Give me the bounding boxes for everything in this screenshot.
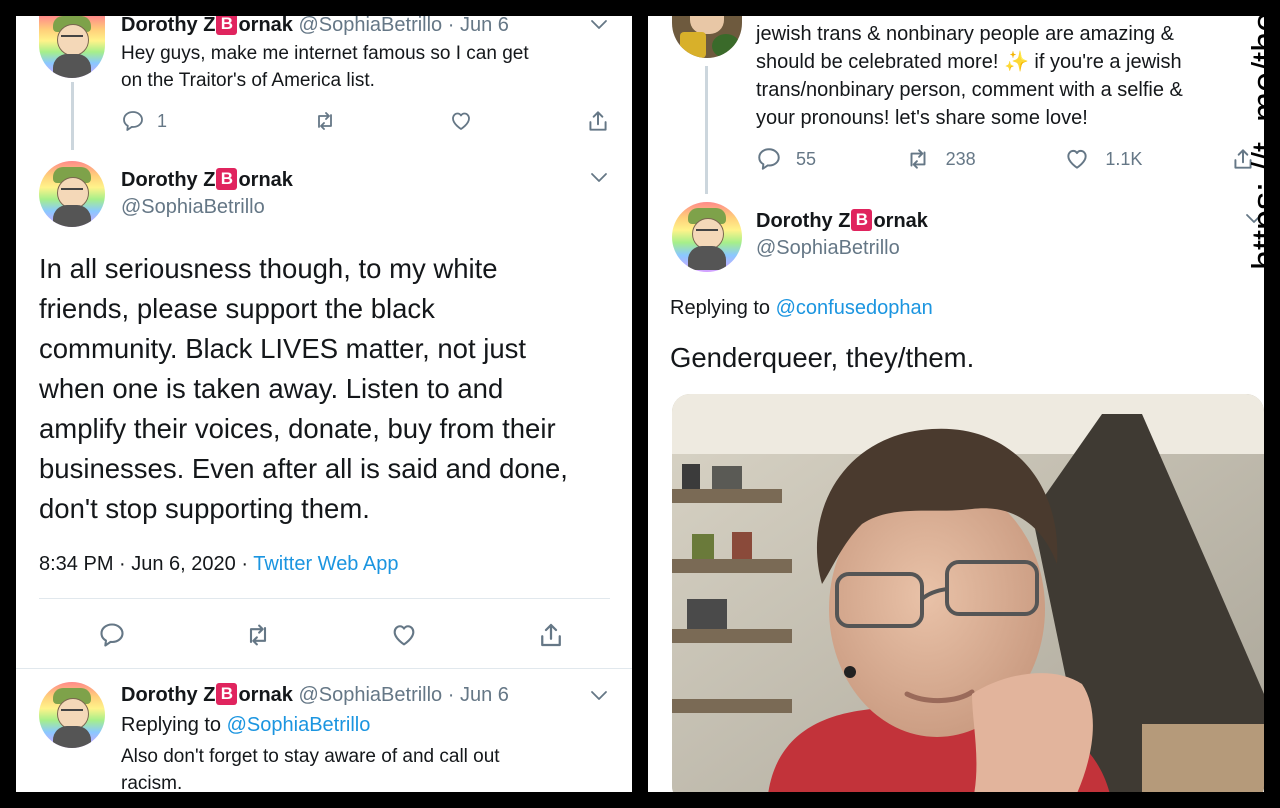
tweet-source-link[interactable]: Twitter Web App xyxy=(253,553,398,575)
replying-to: Replying to @confusedophan xyxy=(670,295,933,322)
user-handle[interactable]: @SophiaBetrillo xyxy=(756,237,900,260)
avatar[interactable] xyxy=(39,16,105,78)
chevron-down-icon[interactable] xyxy=(589,689,609,703)
tweet-text-line: jewish trans & nonbinary people are amaz… xyxy=(756,23,1175,45)
tweet-body: Genderqueer, they/them. xyxy=(670,342,975,373)
like-icon xyxy=(1063,146,1091,172)
name-badge: B xyxy=(216,683,238,705)
retweet-icon xyxy=(904,146,932,172)
replying-prefix: Replying to xyxy=(121,714,222,736)
share-icon xyxy=(585,108,611,134)
tweet-body-line: don't stop supporting them. xyxy=(39,493,370,524)
display-name: Dorothy Z xyxy=(121,169,216,191)
tweet-text-line: your pronouns! let's share some love! xyxy=(756,107,1088,129)
user-handle: @SophiaBetrillo xyxy=(298,684,443,706)
avatar[interactable] xyxy=(39,682,105,748)
tweet-date[interactable]: Jun 6 xyxy=(460,16,509,36)
avatar[interactable] xyxy=(672,16,742,58)
tweet-display-name[interactable]: Dorothy Z Bornak xyxy=(756,209,928,233)
display-name: Dorothy Z xyxy=(121,684,216,706)
tweet-actions xyxy=(98,620,566,650)
tweet-body-line: when one is taken away. Listen to and xyxy=(39,373,504,404)
retweet-count: 238 xyxy=(945,148,976,169)
reply-count: 55 xyxy=(796,148,817,169)
timestamp-text[interactable]: 8:34 PM · Jun 6, 2020 · xyxy=(39,553,248,575)
reply-button[interactable]: 55 xyxy=(756,146,816,172)
like-button[interactable]: 1.1K xyxy=(1063,146,1142,172)
replying-prefix: Replying to xyxy=(670,297,771,319)
left-panel: Dorothy Z Bornak @SophiaBetrillo · Jun 6 … xyxy=(16,16,632,792)
avatar[interactable] xyxy=(672,202,742,272)
right-panel: jewish trans & nonbinary people are amaz… xyxy=(648,16,1264,792)
display-name-rest: ornak xyxy=(238,684,293,706)
divider xyxy=(16,668,632,669)
selfie-image xyxy=(672,394,1264,792)
tweet-actions: 1 xyxy=(121,108,611,134)
retweet-button[interactable]: 238 xyxy=(904,146,976,172)
thread-line xyxy=(71,82,74,150)
attached-photo[interactable] xyxy=(672,394,1264,792)
tweet3-author[interactable]: Dorothy Z Bornak @SophiaBetrillo · Jun 6 xyxy=(121,683,509,707)
name-badge: B xyxy=(851,209,873,231)
reply-button[interactable]: 1 xyxy=(121,109,201,133)
replying-to: Replying to @SophiaBetrillo xyxy=(121,712,370,739)
name-badge: B xyxy=(216,16,238,35)
tweet-body-line: businesses. Even after all is said and d… xyxy=(39,453,568,484)
tweet-text-line: Hey guys, make me internet famous so I c… xyxy=(121,43,529,64)
watermark-text: https: //t. me/theenoticer xyxy=(1244,0,1280,270)
like-icon xyxy=(389,621,419,649)
reply-icon xyxy=(121,109,145,133)
sparkle-icon: ✨ xyxy=(1003,51,1029,73)
retweet-button[interactable] xyxy=(312,109,338,133)
chevron-down-icon[interactable] xyxy=(589,18,609,32)
reply-button[interactable] xyxy=(98,621,126,649)
reply-icon xyxy=(756,146,782,172)
display-name-rest: ornak xyxy=(238,169,293,191)
user-handle: @SophiaBetrillo xyxy=(298,16,443,36)
tweet-text-part: if you're a jewish xyxy=(1034,51,1182,73)
display-name-rest: ornak xyxy=(238,16,293,36)
separator: · xyxy=(447,684,455,706)
tweet-date[interactable]: Jun 6 xyxy=(460,684,509,706)
tweet1-author[interactable]: Dorothy Z Bornak @SophiaBetrillo · Jun 6 xyxy=(121,16,509,37)
separator: · xyxy=(447,16,455,36)
thread-line xyxy=(705,66,708,194)
replying-handle-link[interactable]: @SophiaBetrillo xyxy=(227,714,371,736)
like-button[interactable] xyxy=(448,109,474,133)
tweet-body-line: community. Black LIVES matter, not just xyxy=(39,333,527,364)
tweet-text-line: racism. xyxy=(121,773,183,792)
tweet-body-line: In all seriousness though, to my white xyxy=(39,253,498,284)
like-button[interactable] xyxy=(389,621,419,649)
tweet-body-line: amplify their voices, donate, buy from t… xyxy=(39,413,556,444)
retweet-icon xyxy=(243,621,273,649)
tweet-text-part: should be celebrated more! xyxy=(756,51,999,73)
reply-count: 1 xyxy=(157,110,168,131)
tweet-text-line: trans/nonbinary person, comment with a s… xyxy=(756,79,1183,101)
like-count: 1.1K xyxy=(1105,148,1143,169)
display-name: Dorothy Z xyxy=(756,210,851,232)
tweet2-display-name[interactable]: Dorothy Z Bornak xyxy=(121,168,293,192)
like-icon xyxy=(448,109,474,133)
reply-icon xyxy=(98,621,126,649)
retweet-icon xyxy=(312,109,338,133)
divider xyxy=(39,598,610,599)
retweet-button[interactable] xyxy=(243,621,273,649)
display-name: Dorothy Z xyxy=(121,16,216,36)
tweet-timestamp: 8:34 PM · Jun 6, 2020 · Twitter Web App xyxy=(39,551,398,578)
tweet-actions: 55 238 1.1K xyxy=(756,145,1256,173)
tweet-text-line: should be celebrated more! ✨ if you're a… xyxy=(756,48,1182,76)
share-button[interactable] xyxy=(536,620,566,650)
tweet-body-line: friends, please support the black xyxy=(39,293,435,324)
tweet-text-line: on the Traitor's of America list. xyxy=(121,70,375,91)
display-name-rest: ornak xyxy=(873,210,928,232)
replying-handle-link[interactable]: @confusedophan xyxy=(776,297,933,319)
tweet-text-line: Also don't forget to stay aware of and c… xyxy=(121,746,500,767)
user-handle[interactable]: @SophiaBetrillo xyxy=(121,196,265,219)
avatar[interactable] xyxy=(39,161,105,227)
share-icon xyxy=(536,620,566,650)
share-button[interactable] xyxy=(585,108,611,134)
chevron-down-icon[interactable] xyxy=(589,171,609,185)
name-badge: B xyxy=(216,168,238,190)
